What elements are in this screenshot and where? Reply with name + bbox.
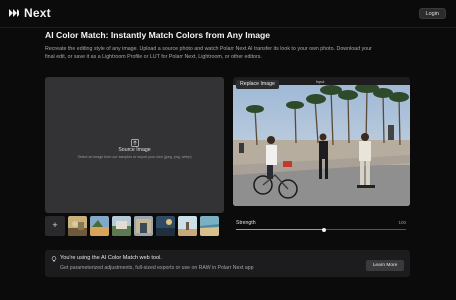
sample-thumbnail[interactable] [200,216,219,236]
input-photo [233,85,410,206]
strength-value: 100 [398,220,406,225]
learn-more-button[interactable]: Learn More [366,260,404,271]
source-image-hint: Select an image from our samples or impo… [77,155,192,159]
brand-logo[interactable]: Next [8,6,51,20]
input-label: Input [316,80,325,84]
strength-label: Strength [236,220,256,226]
sample-thumbnails: + [45,216,224,236]
source-image-title: Source Image [118,147,151,153]
brand-name: Next [24,6,51,20]
lightbulb-icon [51,256,57,262]
polarr-logo-icon [9,9,19,17]
replace-image-button[interactable]: Replace Image [236,80,279,89]
sample-thumbnail[interactable] [90,216,109,236]
sample-thumbnail[interactable] [112,216,131,236]
add-image-button[interactable]: + [45,216,65,236]
notice-subtitle: Get parameterized adjustments, full-size… [60,265,254,271]
sample-thumbnail[interactable] [156,216,175,236]
target-image-panel[interactable] [233,77,410,206]
sample-thumbnail[interactable] [68,216,87,236]
strength-slider[interactable] [236,227,406,232]
source-image-dropzone[interactable]: Source Image Select an image from our sa… [45,77,224,213]
page-title: AI Color Match: Instantly Match Colors f… [45,30,271,40]
top-bar: Next Login [0,0,456,28]
sample-thumbnail[interactable] [134,216,153,236]
strength-control: Strength 100 [233,216,410,236]
strength-slider-handle[interactable] [322,227,327,232]
page-description: Recreate the editing style of any image.… [45,46,372,60]
web-tool-notice: You're using the AI Color Match web tool… [45,250,410,277]
login-button[interactable]: Login [418,8,446,19]
sample-thumbnail[interactable] [178,216,197,236]
strength-slider-fill [236,229,325,230]
upload-icon [131,139,139,147]
notice-title: You're using the AI Color Match web tool… [60,255,162,261]
